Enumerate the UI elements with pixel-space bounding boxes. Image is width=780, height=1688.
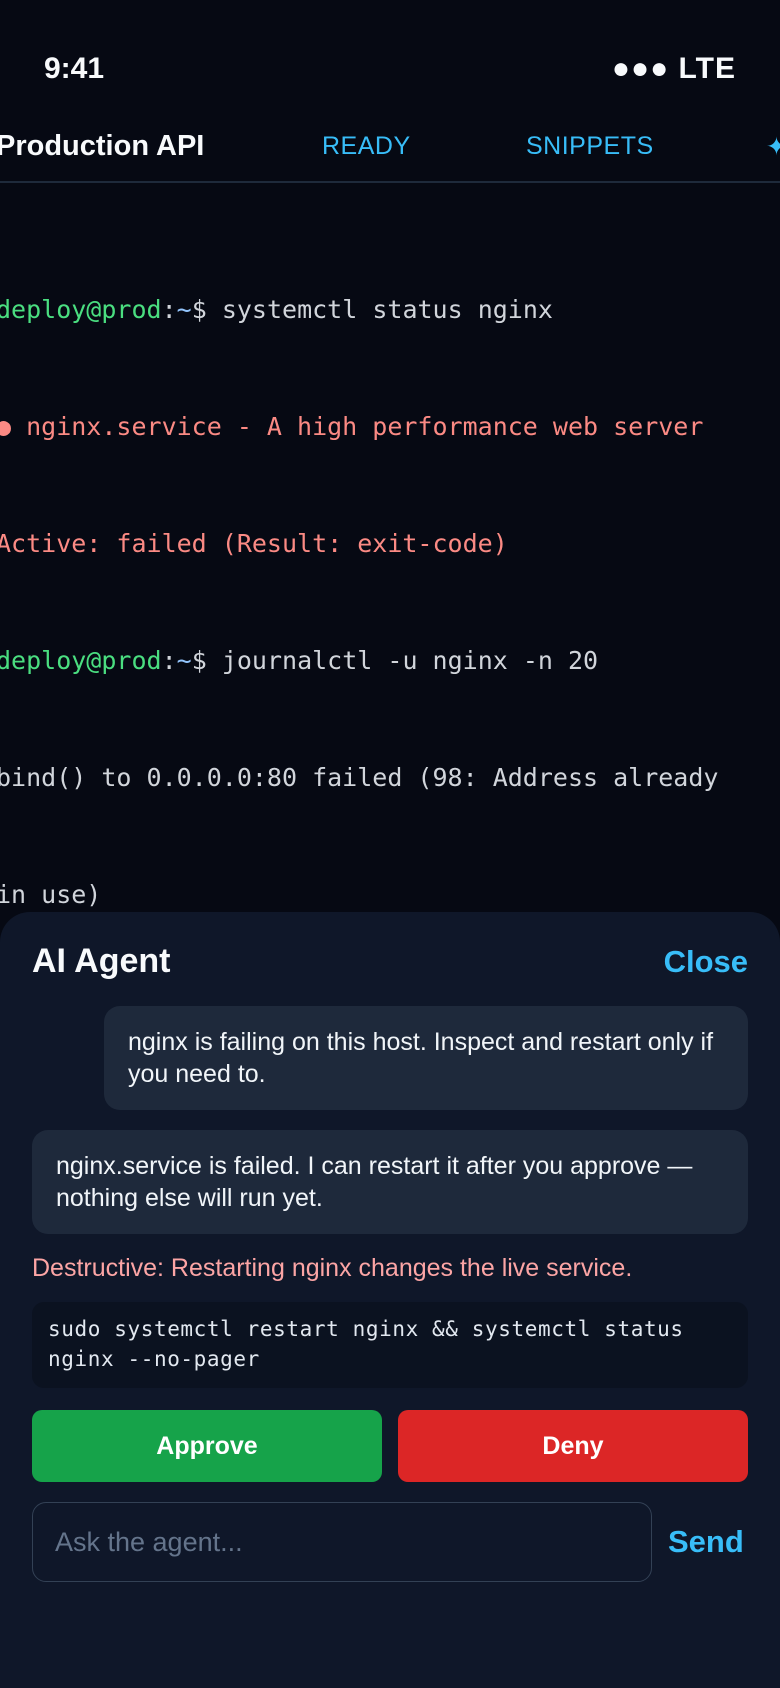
destructive-warning: Destructive: Restarting nginx changes th…: [32, 1254, 633, 1282]
approve-button[interactable]: Approve: [32, 1410, 382, 1482]
status-time: 9:41: [44, 52, 105, 85]
signal-indicator: ●●● LTE: [611, 52, 736, 85]
terminal-command: journalctl -u nginx -n 20: [221, 646, 599, 675]
tab-snippets[interactable]: SNIPPETS: [526, 132, 654, 161]
prompt-path: ~: [176, 295, 192, 324]
terminal-line: bind() to 0.0.0.0:80 failed (98: Address…: [0, 763, 719, 792]
terminal-line: ● nginx.service - A high performance web…: [0, 412, 704, 441]
prompt-user: deploy@prod: [0, 295, 162, 324]
agent-message: nginx.service is failed. I can restart i…: [32, 1130, 748, 1234]
prompt-separator: :: [161, 646, 177, 675]
connection-title: Production API: [0, 130, 205, 162]
sparkle-icon[interactable]: ✦: [766, 132, 780, 162]
tab-ready[interactable]: READY: [322, 132, 411, 161]
prompt-user: deploy@prod: [0, 646, 162, 675]
proposed-command: sudo systemctl restart nginx && systemct…: [32, 1302, 748, 1388]
terminal-line: deploy@prod:~$ journalctl -u nginx -n 20: [0, 641, 780, 680]
prompt-separator: :: [161, 295, 177, 324]
close-button[interactable]: Close: [664, 944, 748, 980]
terminal-line: in use): [0, 880, 102, 909]
terminal-line: Active: failed (Result: exit-code): [0, 529, 508, 558]
panel-title: AI Agent: [32, 942, 171, 980]
ai-agent-panel: AI Agent Close nginx is failing on this …: [0, 912, 780, 1688]
user-message: nginx is failing on this host. Inspect a…: [104, 1006, 748, 1110]
status-bar: 9:41 ●●● LTE: [0, 0, 780, 110]
top-nav: Production API READY SNIPPETS ✦: [0, 110, 780, 183]
send-button[interactable]: Send: [668, 1524, 744, 1560]
terminal-command: systemctl status nginx: [221, 295, 553, 324]
prompt-symbol: $: [191, 646, 207, 675]
prompt-path: ~: [176, 646, 192, 675]
deny-button[interactable]: Deny: [398, 1410, 748, 1482]
prompt-symbol: $: [191, 295, 207, 324]
ask-agent-input[interactable]: [32, 1502, 652, 1582]
terminal-line: deploy@prod:~$ systemctl status nginx: [0, 290, 780, 329]
